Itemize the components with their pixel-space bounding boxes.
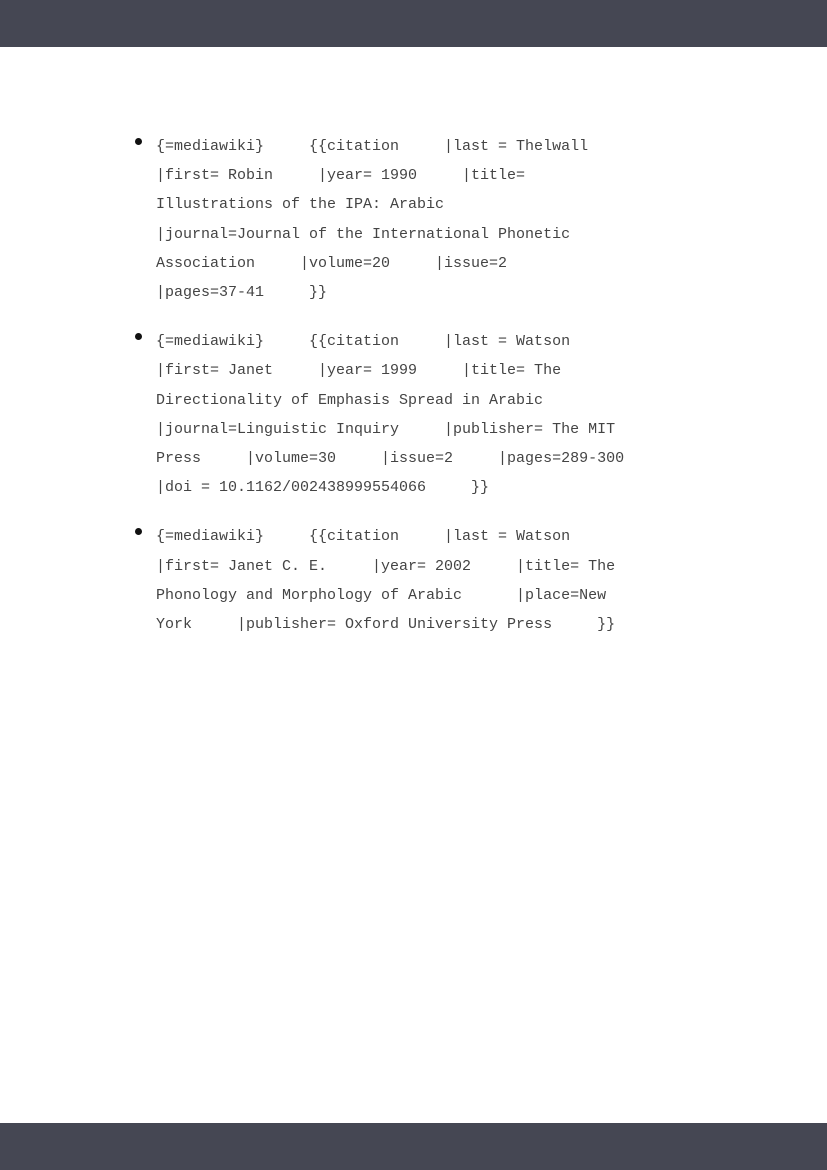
reference-line: |first= Janet |year= 1999 |title= The <box>156 362 562 380</box>
bullet-icon <box>135 528 142 536</box>
top-bar <box>0 0 827 47</box>
reference-item: {=mediawiki} {{citation |last = Watson |… <box>135 522 695 639</box>
reference-line: |first= Robin |year= 1990 |title= <box>156 167 526 185</box>
bottom-bar <box>0 1123 827 1170</box>
reference-line: Illustrations of the IPA: Arabic <box>156 196 445 214</box>
reference-line: York |publisher= Oxford University Press… <box>156 616 616 634</box>
reference-line: Phonology and Morphology of Arabic |plac… <box>156 586 607 604</box>
reference-list: {=mediawiki} {{citation |last = Thelwall… <box>135 132 695 659</box>
reference-item: {=mediawiki} {{citation |last = Thelwall… <box>135 132 695 307</box>
document-page: {=mediawiki} {{citation |last = Thelwall… <box>0 47 827 1123</box>
reference-line: {=mediawiki} {{citation |last = Watson <box>156 528 571 546</box>
reference-line: Press |volume=30 |issue=2 |pages=289-300 <box>156 450 625 468</box>
reference-line: |journal=Linguistic Inquiry |publisher= … <box>156 420 616 438</box>
reference-line: {=mediawiki} {{citation |last = Watson <box>156 333 571 351</box>
reference-line: Association |volume=20 |issue=2 <box>156 254 508 272</box>
reference-item: {=mediawiki} {{citation |last = Watson |… <box>135 327 695 502</box>
reference-line: {=mediawiki} {{citation |last = Thelwall <box>156 138 589 155</box>
reference-line: Directionality of Emphasis Spread in Ara… <box>156 391 544 409</box>
reference-line: |journal=Journal of the International Ph… <box>156 225 571 243</box>
bullet-icon <box>135 333 142 341</box>
reference-line: |doi = 10.1162/002438999554066 }} <box>156 479 490 497</box>
reference-line: |first= Janet C. E. |year= 2002 |title= … <box>156 557 616 575</box>
reference-line: |pages=37-41 }} <box>156 284 328 302</box>
bullet-icon <box>135 138 142 145</box>
